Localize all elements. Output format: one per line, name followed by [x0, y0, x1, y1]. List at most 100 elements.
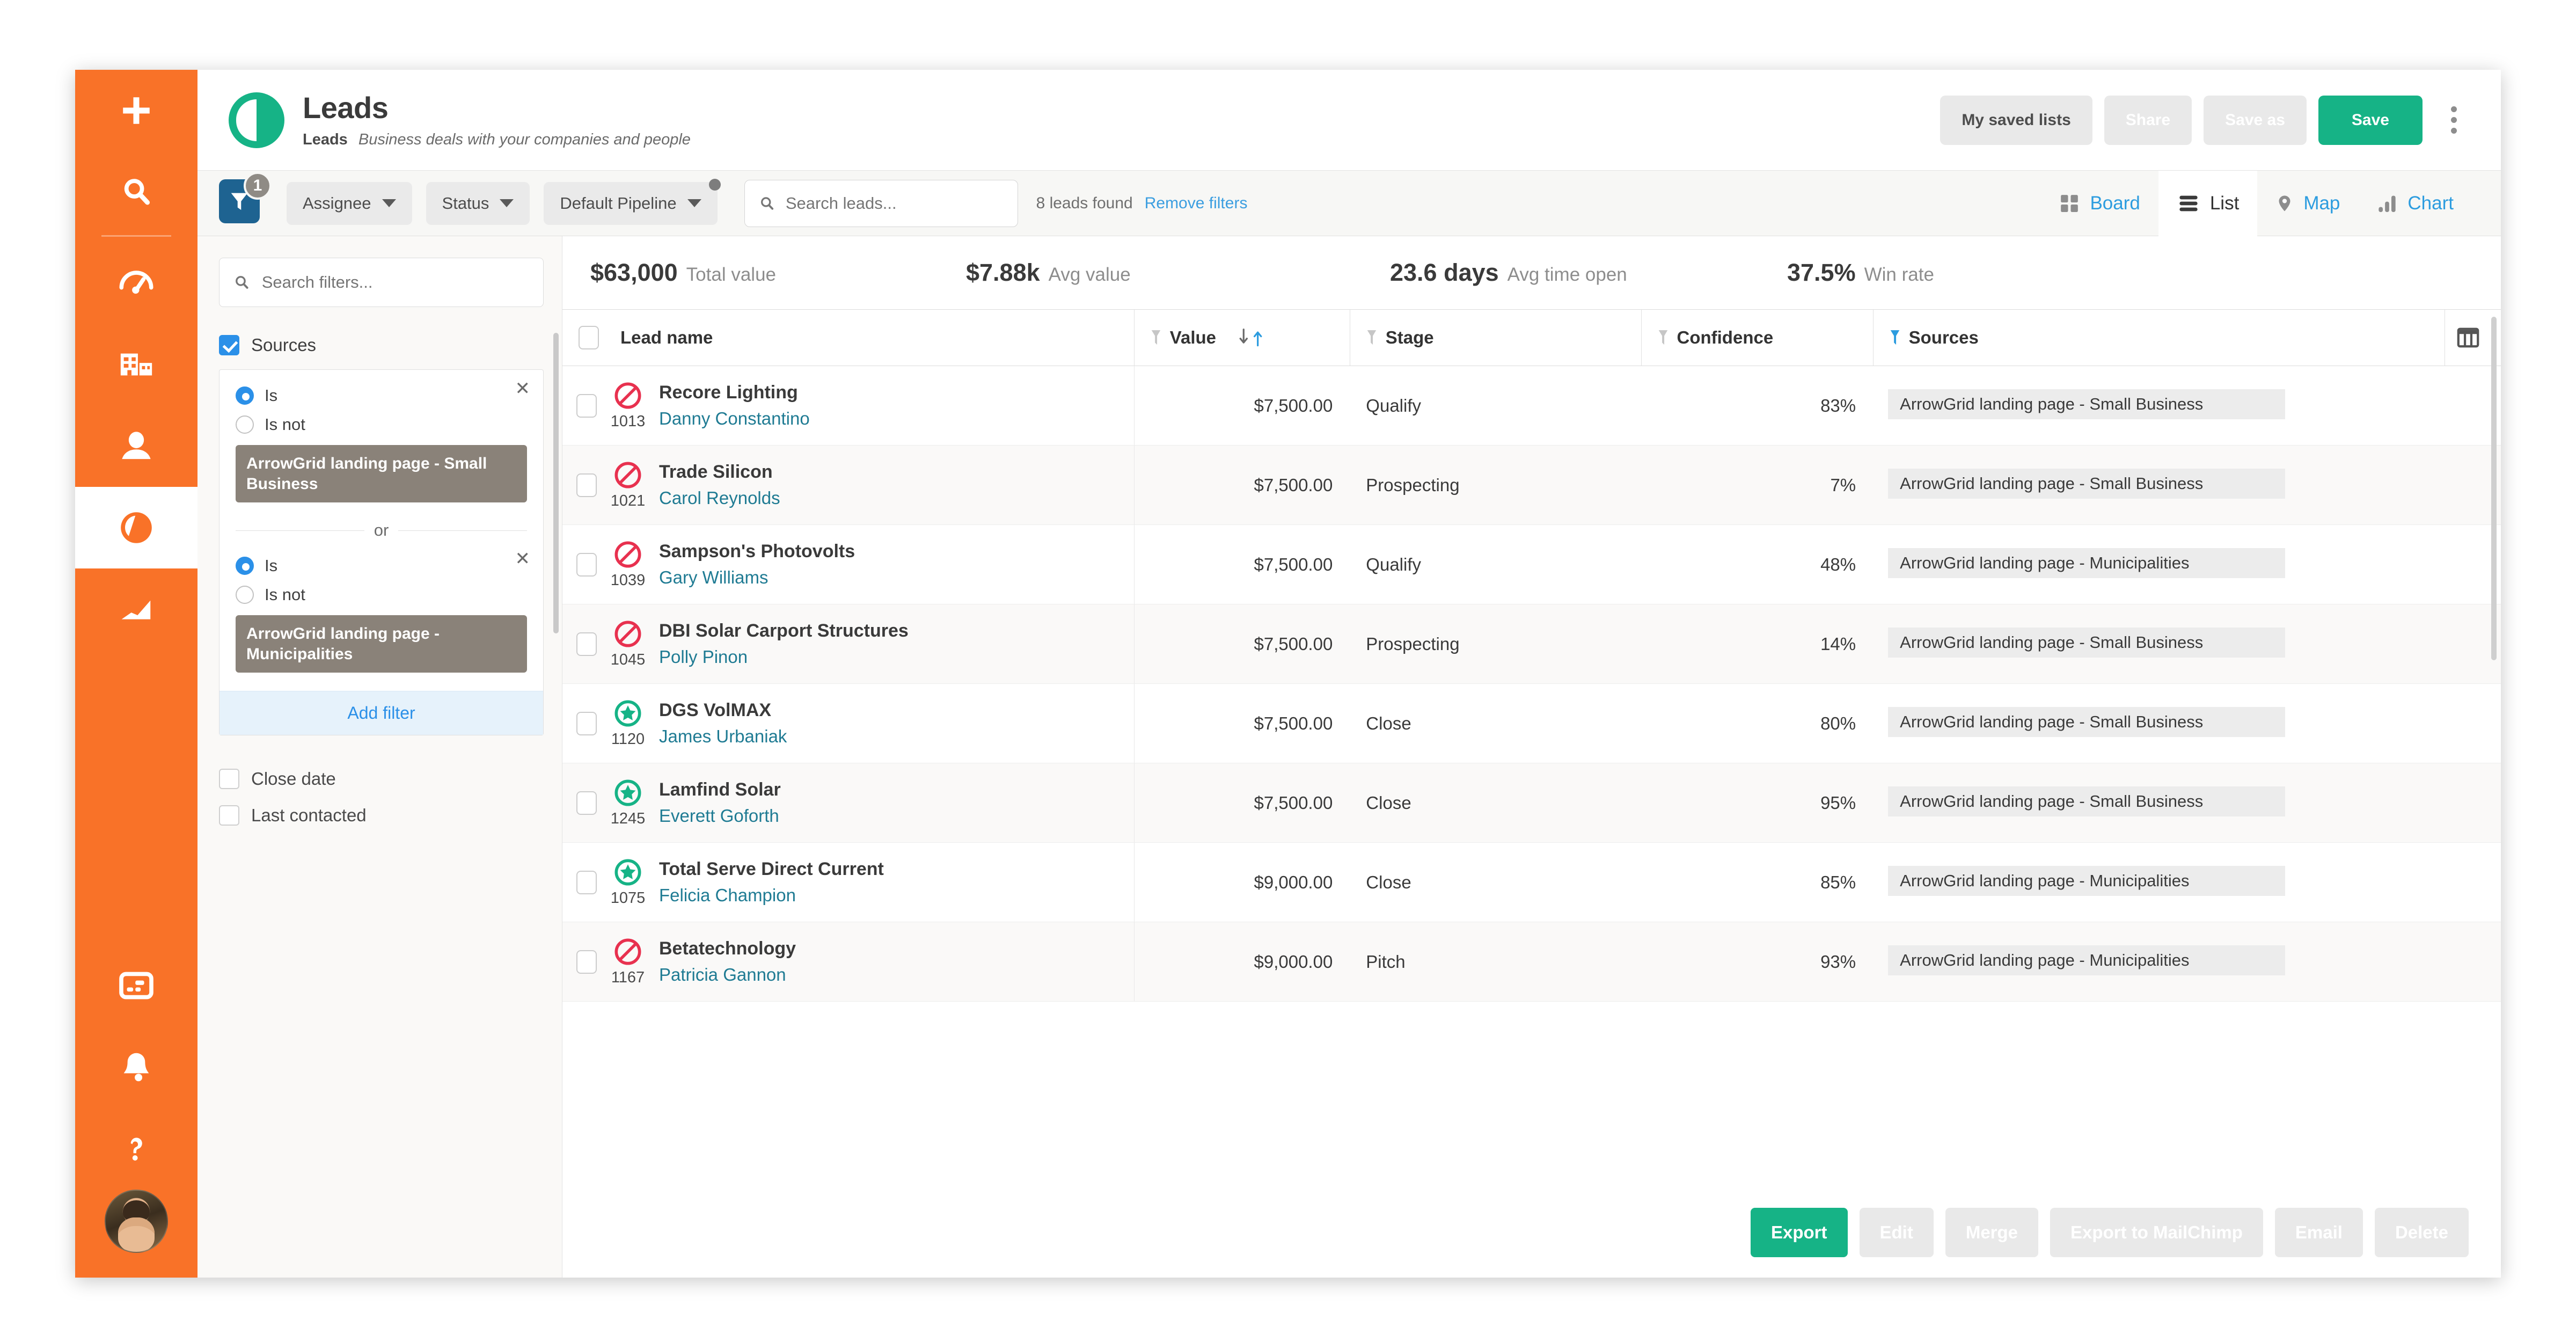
- share-button[interactable]: Share: [2104, 96, 2192, 145]
- list-scrollbar[interactable]: [2491, 317, 2497, 660]
- lead-text-5: DGS VolMAX James Urbaniak: [659, 700, 787, 747]
- th-lead-name[interactable]: Lead name: [562, 310, 1134, 366]
- rail-notifications-button[interactable]: [75, 1026, 197, 1108]
- lead-contact-link[interactable]: Patricia Gannon: [659, 965, 796, 985]
- filter-1-is-option[interactable]: Is: [236, 386, 527, 405]
- rail-people-button[interactable]: [75, 405, 197, 487]
- tab-list[interactable]: List: [2158, 171, 2257, 236]
- filter-1-is-not-option[interactable]: Is not: [236, 415, 527, 434]
- table-row[interactable]: 1120 DGS VolMAX James Urbaniak $7,500.00…: [562, 684, 2501, 763]
- filter-search-input[interactable]: [262, 273, 529, 292]
- cell-value: $9,000.00: [1134, 922, 1350, 1002]
- filter-toggle-button[interactable]: 1: [219, 179, 267, 228]
- filter-icon-active[interactable]: [1890, 330, 1900, 346]
- row-checkbox[interactable]: [576, 632, 597, 656]
- rail-dashboard-button[interactable]: [75, 242, 197, 324]
- table-row[interactable]: 1167 Betatechnology Patricia Gannon $9,0…: [562, 922, 2501, 1002]
- rail-apps-button[interactable]: [75, 945, 197, 1026]
- sort-toggle[interactable]: [1239, 329, 1263, 347]
- th-sources[interactable]: Sources: [1873, 310, 2445, 366]
- row-checkbox[interactable]: [576, 712, 597, 735]
- merge-button[interactable]: Merge: [1945, 1208, 2038, 1257]
- lead-value: $7,500.00: [1135, 555, 1350, 575]
- leads-search-box[interactable]: [744, 180, 1018, 227]
- th-confidence[interactable]: Confidence: [1641, 310, 1873, 366]
- filter-close-date-row[interactable]: Close date: [219, 769, 544, 789]
- th-value[interactable]: Value: [1134, 310, 1350, 366]
- radio-is-not[interactable]: [236, 415, 254, 434]
- save-button[interactable]: Save: [2318, 96, 2423, 145]
- rail-help-button[interactable]: [75, 1108, 197, 1190]
- lead-contact-link[interactable]: James Urbaniak: [659, 726, 787, 747]
- rail-reports-button[interactable]: [75, 568, 197, 650]
- close-icon[interactable]: ✕: [515, 550, 531, 568]
- add-filter-button[interactable]: Add filter: [219, 691, 543, 735]
- th-stage-label: Stage: [1386, 327, 1434, 348]
- my-saved-lists-button[interactable]: My saved lists: [1940, 96, 2092, 145]
- email-button[interactable]: Email: [2275, 1208, 2363, 1257]
- select-all-checkbox[interactable]: [579, 326, 599, 349]
- lead-contact-link[interactable]: Everett Goforth: [659, 806, 781, 826]
- rail-companies-button[interactable]: [75, 324, 197, 405]
- checkbox-close-date[interactable]: [219, 769, 239, 789]
- filter-icon[interactable]: [1366, 330, 1377, 346]
- filter-icon[interactable]: [1151, 330, 1161, 346]
- assignee-dropdown[interactable]: Assignee: [287, 182, 412, 225]
- filter-icon[interactable]: [1658, 330, 1668, 346]
- more-options-button[interactable]: [2439, 96, 2469, 145]
- filter-2-value-tag[interactable]: ArrowGrid landing page - Municipalities: [236, 615, 527, 673]
- row-checkbox[interactable]: [576, 950, 597, 974]
- row-checkbox[interactable]: [576, 394, 597, 418]
- filter-panel-scrollbar[interactable]: [553, 333, 559, 633]
- rail-search-button[interactable]: [75, 151, 197, 233]
- table-row[interactable]: 1075 Total Serve Direct Current Felicia …: [562, 843, 2501, 922]
- save-as-button[interactable]: Save as: [2204, 96, 2307, 145]
- user-avatar[interactable]: [105, 1190, 168, 1253]
- status-dropdown[interactable]: Status: [426, 182, 530, 225]
- export-mailchimp-button[interactable]: Export to MailChimp: [2050, 1208, 2263, 1257]
- close-icon[interactable]: ✕: [515, 380, 531, 398]
- filter-last-contacted-row[interactable]: Last contacted: [219, 805, 544, 826]
- radio-is-not[interactable]: [236, 586, 254, 604]
- lead-contact-link[interactable]: Felicia Champion: [659, 885, 884, 906]
- lead-name: DBI Solar Carport Structures: [659, 621, 909, 641]
- filter-2-is-not-option[interactable]: Is not: [236, 585, 527, 604]
- row-checkbox[interactable]: [576, 791, 597, 815]
- lead-contact-link[interactable]: Danny Constantino: [659, 409, 810, 429]
- table-row[interactable]: 1039 Sampson's Photovolts Gary Williams …: [562, 525, 2501, 604]
- delete-button[interactable]: Delete: [2375, 1208, 2469, 1257]
- edit-button[interactable]: Edit: [1860, 1208, 1934, 1257]
- tab-map[interactable]: Map: [2257, 171, 2358, 236]
- row-checkbox[interactable]: [576, 871, 597, 894]
- rail-add-button[interactable]: [75, 70, 197, 151]
- th-stage[interactable]: Stage: [1350, 310, 1641, 366]
- table-row[interactable]: 1045 DBI Solar Carport Structures Polly …: [562, 604, 2501, 684]
- lead-contact-link[interactable]: Gary Williams: [659, 567, 855, 588]
- table-row[interactable]: 1021 Trade Silicon Carol Reynolds $7,500…: [562, 446, 2501, 525]
- checkbox-last-contacted[interactable]: [219, 805, 239, 826]
- lead-value: $7,500.00: [1135, 713, 1350, 734]
- remove-filters-link[interactable]: Remove filters: [1145, 194, 1248, 213]
- filter-2-is-option[interactable]: Is: [236, 556, 527, 575]
- cell-confidence: 48%: [1641, 525, 1873, 604]
- table-row[interactable]: 1013 Recore Lighting Danny Constantino $…: [562, 366, 2501, 446]
- columns-icon[interactable]: [2456, 325, 2480, 350]
- lead-contact-link[interactable]: Polly Pinon: [659, 647, 909, 667]
- row-checkbox[interactable]: [576, 473, 597, 497]
- tab-board[interactable]: Board: [2040, 171, 2158, 236]
- radio-is[interactable]: [236, 557, 254, 575]
- lead-confidence: 95%: [1641, 793, 1873, 813]
- tab-chart[interactable]: Chart: [2358, 171, 2472, 236]
- export-button[interactable]: Export: [1751, 1208, 1848, 1257]
- table-row[interactable]: 1245 Lamfind Solar Everett Goforth $7,50…: [562, 763, 2501, 843]
- search-input[interactable]: [786, 194, 1004, 213]
- row-checkbox[interactable]: [576, 553, 597, 577]
- radio-is[interactable]: [236, 386, 254, 405]
- filter-search-box[interactable]: [219, 258, 544, 307]
- lead-contact-link[interactable]: Carol Reynolds: [659, 488, 780, 508]
- pipeline-dropdown[interactable]: Default Pipeline: [544, 182, 717, 225]
- filter-sources-checkbox-row[interactable]: Sources: [219, 335, 544, 355]
- filter-1-value-tag[interactable]: ArrowGrid landing page - Small Business: [236, 445, 527, 502]
- checkbox-sources[interactable]: [219, 335, 239, 355]
- rail-leads-button[interactable]: [75, 487, 197, 568]
